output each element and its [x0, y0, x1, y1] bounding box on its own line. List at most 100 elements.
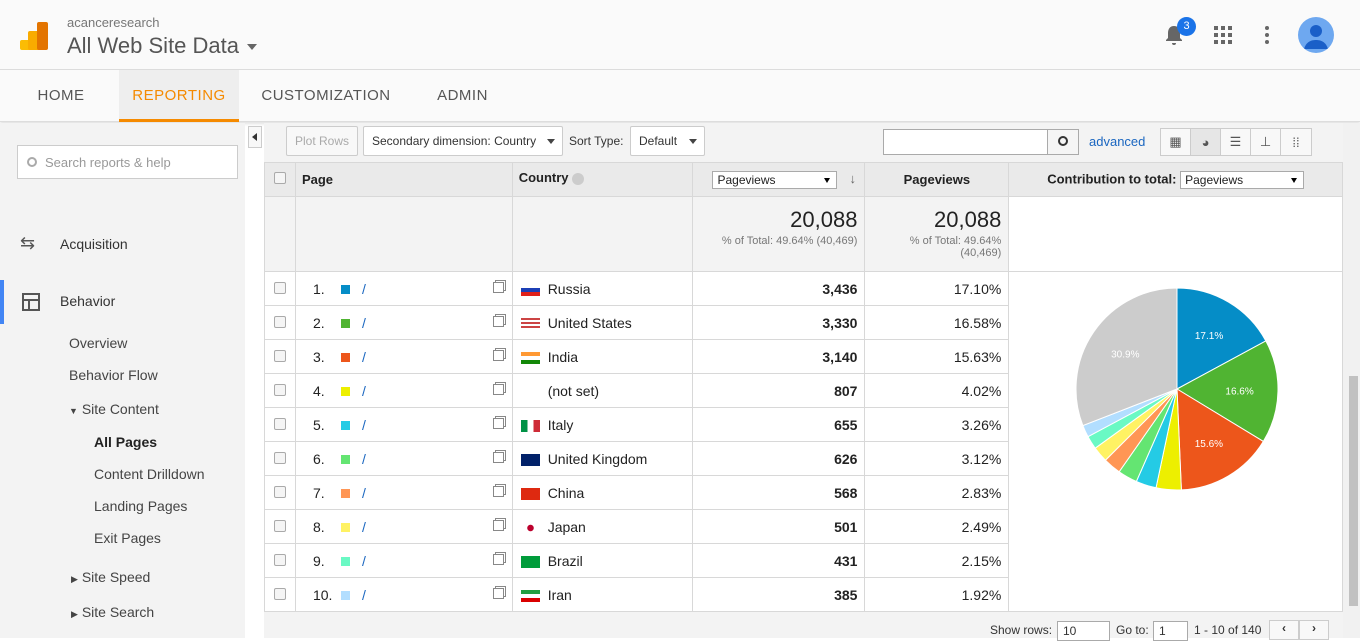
contribution-select[interactable]: Pageviews: [1180, 170, 1305, 189]
table-header: Page Country Pageviews ↓ Pageviews Contri…: [264, 162, 1343, 197]
country-name[interactable]: China: [548, 485, 585, 501]
page-link[interactable]: /: [362, 451, 366, 467]
pie-chart: 17.1% 16.6% 15.6% 30.9%: [1075, 287, 1279, 491]
open-link-icon[interactable]: [492, 554, 504, 565]
more-vert-icon[interactable]: [1265, 26, 1269, 47]
remove-dimension-icon[interactable]: [572, 172, 585, 185]
analytics-logo[interactable]: [20, 22, 48, 50]
tab-reporting[interactable]: REPORTING: [119, 70, 239, 122]
sort-down-arrow-icon[interactable]: ↓: [849, 171, 856, 186]
show-rows-select[interactable]: 10: [1057, 621, 1110, 641]
select-all-checkbox[interactable]: [273, 172, 286, 184]
sidebar-item-landing-pages[interactable]: Landing Pages: [94, 498, 187, 514]
pie-view-icon[interactable]: ◕: [1191, 129, 1221, 155]
pageviews-pct: 4.02%: [864, 373, 1010, 408]
country-name[interactable]: Brazil: [548, 553, 583, 569]
series-color-swatch: [340, 591, 350, 601]
country-name[interactable]: United States: [548, 315, 632, 331]
page-column-header[interactable]: Page: [294, 162, 513, 197]
flag-ru-icon: [520, 283, 540, 296]
next-page-button[interactable]: ›: [1299, 620, 1329, 640]
sidebar-item-overview[interactable]: Overview: [69, 335, 127, 351]
acquisition-icon: ⇆: [20, 233, 36, 253]
open-link-icon[interactable]: [492, 350, 504, 361]
country-name[interactable]: United Kingdom: [548, 451, 648, 467]
open-link-icon[interactable]: [492, 588, 504, 599]
open-link-icon[interactable]: [492, 520, 504, 531]
row-checkbox[interactable]: [273, 281, 286, 294]
property-selector[interactable]: All Web Site Data: [67, 33, 258, 59]
total-pct-2: % of Total: 49.64%: [909, 235, 1002, 247]
row-checkbox[interactable]: [273, 553, 286, 566]
metric-select[interactable]: Pageviews: [712, 170, 838, 189]
pageviews-pct: 3.12%: [864, 441, 1010, 476]
country-name[interactable]: Iran: [548, 587, 572, 603]
open-link-icon[interactable]: [492, 418, 504, 429]
sidebar-item-site-speed[interactable]: ▶ Site Speed: [71, 569, 150, 585]
sort-type-select[interactable]: Default: [630, 126, 705, 156]
page-link[interactable]: /: [362, 281, 366, 297]
row-checkbox[interactable]: [273, 587, 286, 600]
page-link[interactable]: /: [362, 587, 366, 603]
secondary-dimension-select[interactable]: Secondary dimension: Country: [363, 126, 563, 156]
prev-page-button[interactable]: ‹: [1269, 620, 1299, 640]
comparison-view-icon[interactable]: ⊥: [1251, 129, 1281, 155]
sidebar-item-site-search[interactable]: ▶ Site Search: [71, 604, 154, 620]
sidebar-item-all-pages[interactable]: All Pages: [94, 434, 157, 450]
row-checkbox[interactable]: [273, 485, 286, 498]
country-column-header[interactable]: Country: [511, 162, 694, 197]
row-number: 10.: [312, 586, 333, 603]
scrollbar-thumb[interactable]: [1349, 376, 1358, 606]
row-checkbox[interactable]: [273, 451, 286, 464]
row-checkbox[interactable]: [273, 519, 286, 532]
page-link[interactable]: /: [362, 315, 366, 331]
notification-badge: 3: [1177, 17, 1196, 36]
sidebar-item-behavior[interactable]: Behavior: [22, 293, 115, 312]
country-name[interactable]: Japan: [548, 519, 586, 535]
country-header-label: Country: [518, 170, 569, 185]
tab-customization[interactable]: CUSTOMIZATION: [250, 70, 402, 122]
open-link-icon[interactable]: [492, 316, 504, 327]
sidebar-item-site-content[interactable]: ▼ Site Content: [69, 401, 159, 417]
table-filter-input[interactable]: [883, 129, 1048, 155]
page-link[interactable]: /: [362, 383, 366, 399]
search-reports-input[interactable]: Search reports & help: [17, 145, 238, 179]
pivot-view-icon[interactable]: ⁞⁞: [1281, 129, 1311, 155]
page-link[interactable]: /: [362, 485, 366, 501]
tab-home[interactable]: HOME: [0, 70, 122, 122]
sort-type-label: Sort Type:: [569, 134, 624, 148]
row-checkbox[interactable]: [273, 383, 286, 396]
sidebar-item-label: Site Search: [81, 604, 155, 620]
open-link-icon[interactable]: [492, 282, 504, 293]
tab-admin[interactable]: ADMIN: [420, 70, 505, 122]
country-name[interactable]: (not set): [548, 383, 599, 399]
main-nav: HOME REPORTING CUSTOMIZATION ADMIN: [0, 70, 1360, 122]
table-view-icon[interactable]: ▦: [1161, 129, 1191, 155]
open-link-icon[interactable]: [492, 452, 504, 463]
open-link-icon[interactable]: [492, 384, 504, 395]
open-link-icon[interactable]: [492, 486, 504, 497]
plot-rows-button[interactable]: Plot Rows: [286, 126, 359, 156]
apps-grid-icon[interactable]: [1214, 26, 1232, 44]
page-link[interactable]: /: [362, 349, 366, 365]
sidebar-item-acquisition[interactable]: ⇆ Acquisition: [20, 233, 128, 254]
sidebar-item-behavior-flow[interactable]: Behavior Flow: [69, 367, 158, 383]
goto-input[interactable]: 1: [1153, 621, 1188, 641]
country-name[interactable]: India: [548, 349, 578, 365]
row-checkbox[interactable]: [273, 417, 286, 430]
avatar[interactable]: [1298, 17, 1334, 53]
sidebar-item-content-drilldown[interactable]: Content Drilldown: [94, 466, 205, 482]
advanced-filter-link[interactable]: advanced: [1089, 134, 1145, 149]
row-checkbox[interactable]: [273, 315, 286, 328]
total-count-2: (40,469): [960, 247, 1002, 259]
collapse-sidebar-button[interactable]: [248, 126, 262, 148]
page-link[interactable]: /: [362, 417, 366, 433]
page-link[interactable]: /: [362, 519, 366, 535]
filter-search-button[interactable]: [1047, 129, 1079, 155]
country-name[interactable]: Russia: [548, 281, 591, 297]
page-link[interactable]: /: [362, 553, 366, 569]
performance-view-icon[interactable]: ☰: [1221, 129, 1251, 155]
country-name[interactable]: Italy: [548, 417, 574, 433]
sidebar-item-exit-pages[interactable]: Exit Pages: [94, 530, 161, 546]
row-checkbox[interactable]: [273, 349, 286, 362]
